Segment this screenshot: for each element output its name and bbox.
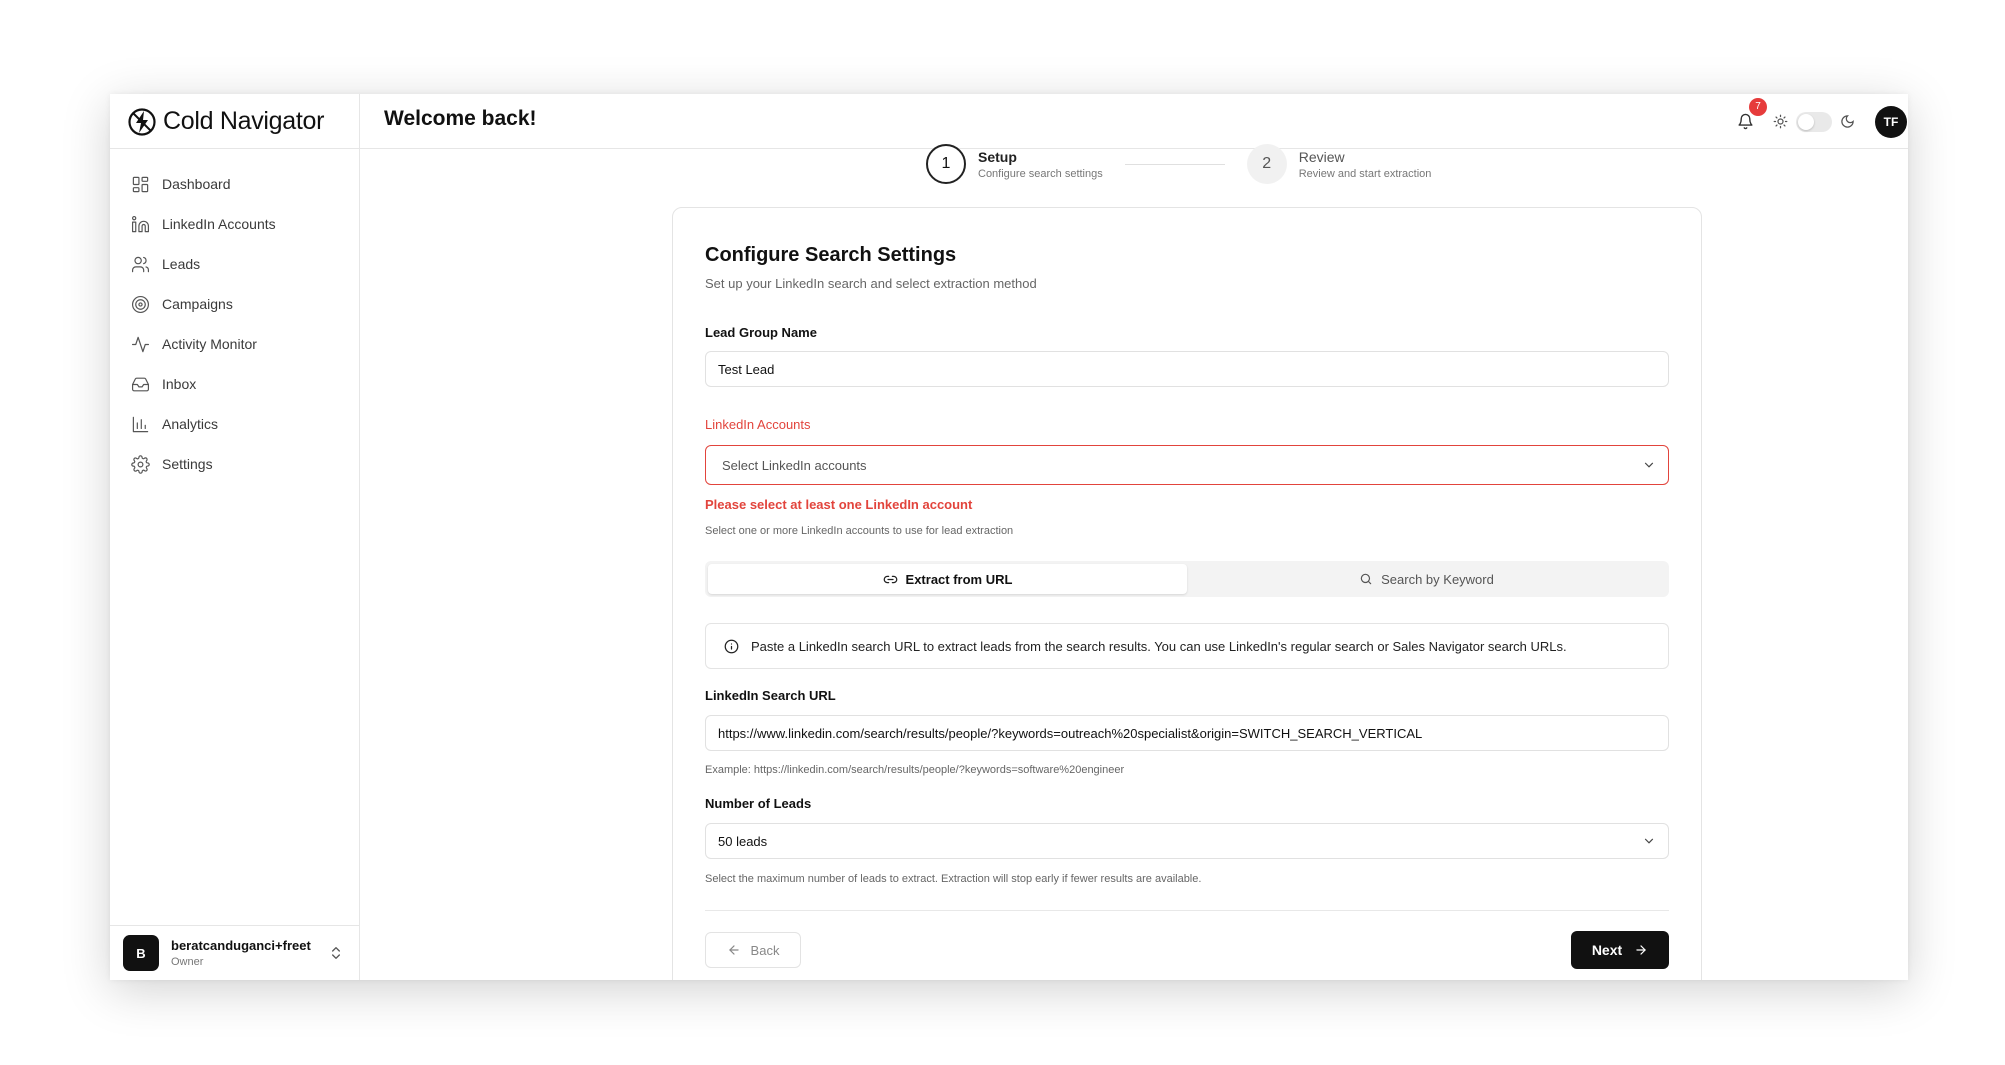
step-review: 2 Review Review and start extraction xyxy=(1246,144,1432,184)
tab-search-by-keyword[interactable]: Search by Keyword xyxy=(1187,564,1666,594)
arrow-left-icon xyxy=(728,945,739,955)
info-box: Paste a LinkedIn search URL to extract l… xyxy=(705,623,1669,669)
chart-icon xyxy=(132,416,149,432)
tab-label: Extract from URL xyxy=(905,571,1013,587)
step-number: 2 xyxy=(1246,144,1287,184)
info-icon xyxy=(724,639,739,653)
tab-label: Search by Keyword xyxy=(1381,571,1494,587)
theme-toggle[interactable] xyxy=(1796,111,1832,132)
sidebar-item-label: LinkedIn Accounts xyxy=(162,216,276,232)
step-subtitle: Configure search settings xyxy=(978,167,1103,180)
link-icon xyxy=(883,575,897,583)
account-switcher[interactable]: B beratcanduganci+freet Owner xyxy=(110,925,360,980)
brand[interactable]: Cold Navigator xyxy=(110,94,360,149)
extraction-method-tabs: Extract from URL Search by Keyword xyxy=(705,561,1669,597)
step-title: Setup xyxy=(978,148,1017,165)
target-icon xyxy=(131,295,150,313)
card-title: Configure Search Settings xyxy=(705,244,957,266)
search-icon xyxy=(1360,573,1372,585)
sidebar-item-label: Settings xyxy=(162,456,213,472)
back-button[interactable]: Back xyxy=(705,932,801,968)
search-settings-card: Configure Search Settings Set up your Li… xyxy=(672,207,1702,980)
arrow-right-icon xyxy=(1636,945,1647,955)
sidebar-item-activity-monitor[interactable]: Activity Monitor xyxy=(110,324,359,364)
num-leads-select[interactable]: 50 leads xyxy=(705,823,1669,859)
linkedin-icon xyxy=(131,215,150,232)
inbox-icon xyxy=(131,377,150,391)
back-label: Back xyxy=(750,942,780,958)
divider xyxy=(705,910,1669,911)
activity-icon xyxy=(131,336,150,352)
notifications-button[interactable]: 7 xyxy=(1733,97,1767,134)
users-icon xyxy=(131,256,150,272)
sidebar-item-leads[interactable]: Leads xyxy=(110,244,359,284)
bell-icon xyxy=(1737,113,1753,130)
step-subtitle: Review and start extraction xyxy=(1298,167,1432,180)
user-avatar[interactable]: TF xyxy=(1875,105,1907,138)
sidebar-nav: Dashboard LinkedIn Accounts Leads Campai… xyxy=(110,149,359,484)
search-url-input[interactable]: https://www.linkedin.com/search/results/… xyxy=(705,715,1669,751)
step-setup: 1 Setup Configure search settings xyxy=(926,144,1103,184)
step-title: Review xyxy=(1298,148,1345,165)
workspace-avatar: B xyxy=(123,935,159,971)
accounts-hint: Select one or more LinkedIn accounts to … xyxy=(705,525,1014,537)
sidebar-item-linkedin-accounts[interactable]: LinkedIn Accounts xyxy=(110,204,359,244)
card-subtitle: Set up your LinkedIn search and select e… xyxy=(705,276,1037,291)
group-name-label: Lead Group Name xyxy=(705,325,817,340)
search-url-label: LinkedIn Search URL xyxy=(705,688,836,703)
sidebar-item-label: Activity Monitor xyxy=(162,336,257,352)
sun-icon xyxy=(1773,114,1788,129)
num-leads-value: 50 leads xyxy=(718,833,768,849)
logo-icon xyxy=(128,107,156,136)
chevron-down-icon xyxy=(1644,838,1654,844)
info-text: Paste a LinkedIn search URL to extract l… xyxy=(751,638,1567,654)
sidebar-item-analytics[interactable]: Analytics xyxy=(110,404,359,444)
user-role: Owner xyxy=(171,956,204,968)
gear-icon xyxy=(131,454,150,474)
brand-name: Cold Navigator xyxy=(163,107,325,135)
sidebar-item-label: Analytics xyxy=(162,416,219,432)
app-window: Cold Navigator Welcome back! 7 TF Dashbo… xyxy=(110,94,1908,980)
notification-badge: 7 xyxy=(1749,97,1767,116)
accounts-error-message: Please select at least one LinkedIn acco… xyxy=(705,497,973,512)
user-info: beratcanduganci+freet Owner xyxy=(171,938,314,968)
sidebar: Dashboard LinkedIn Accounts Leads Campai… xyxy=(110,149,360,980)
num-leads-hint: Select the maximum number of leads to ex… xyxy=(705,873,1202,885)
select-placeholder: Select LinkedIn accounts xyxy=(722,457,867,473)
top-bar: Cold Navigator Welcome back! 7 TF xyxy=(110,94,1908,149)
page-title: Welcome back! xyxy=(384,107,537,130)
dashboard-icon xyxy=(132,176,149,192)
header-actions: 7 TF xyxy=(1733,94,1908,149)
theme-switcher xyxy=(1773,111,1855,132)
search-url-example: Example: https://linkedin.com/search/res… xyxy=(705,764,1125,776)
num-leads-label: Number of Leads xyxy=(705,796,812,811)
sidebar-item-inbox[interactable]: Inbox xyxy=(110,364,359,404)
linkedin-accounts-label: LinkedIn Accounts xyxy=(705,417,811,432)
sidebar-item-label: Campaigns xyxy=(162,296,233,312)
chevron-down-icon xyxy=(1644,462,1654,468)
sidebar-item-label: Dashboard xyxy=(162,176,231,192)
sidebar-item-settings[interactable]: Settings xyxy=(110,444,359,484)
main-content: 1 Setup Configure search settings 2 Revi… xyxy=(360,144,1908,980)
linkedin-accounts-select[interactable]: Select LinkedIn accounts xyxy=(705,445,1669,485)
chevrons-up-down-icon xyxy=(332,947,340,959)
step-number: 1 xyxy=(926,144,966,184)
sidebar-item-dashboard[interactable]: Dashboard xyxy=(110,164,359,204)
sidebar-item-campaigns[interactable]: Campaigns xyxy=(110,284,359,324)
stepper: 1 Setup Configure search settings 2 Revi… xyxy=(926,144,1431,184)
moon-icon xyxy=(1841,115,1854,128)
sidebar-item-label: Leads xyxy=(162,256,201,272)
tab-extract-from-url[interactable]: Extract from URL xyxy=(708,564,1187,594)
group-name-input[interactable]: Test Lead xyxy=(705,351,1669,387)
sidebar-item-label: Inbox xyxy=(162,376,197,392)
next-button[interactable]: Next xyxy=(1571,931,1669,969)
user-name: beratcanduganci+freet xyxy=(171,938,311,953)
next-label: Next xyxy=(1591,942,1623,958)
step-connector xyxy=(1124,163,1225,165)
